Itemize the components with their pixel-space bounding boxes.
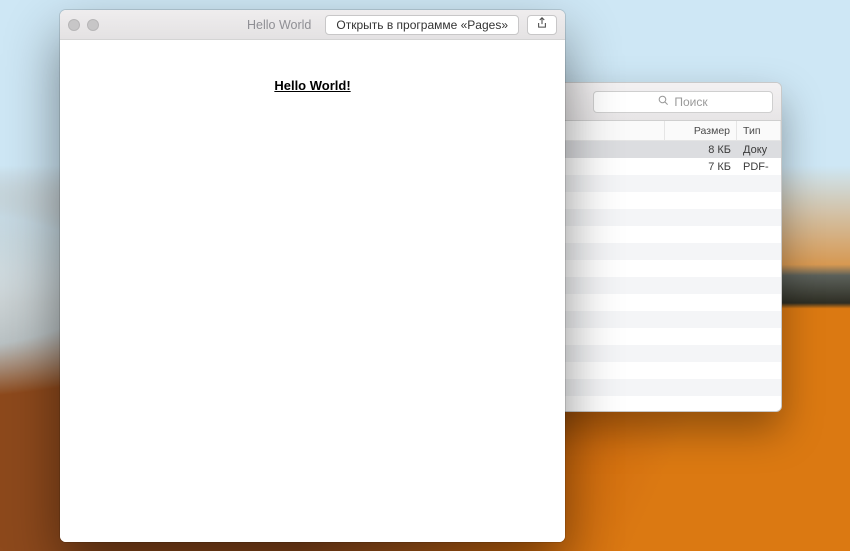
document-preview[interactable]: Hello World!	[60, 40, 565, 542]
zoom-window-button[interactable]	[87, 19, 99, 31]
quicklook-titlebar[interactable]: Hello World Открыть в программе «Pages»	[60, 10, 565, 40]
window-controls	[68, 19, 99, 31]
document-heading: Hello World!	[60, 78, 565, 93]
share-button[interactable]	[527, 15, 557, 35]
share-icon	[536, 16, 548, 34]
search-placeholder: Поиск	[674, 95, 707, 109]
cell-size: 7 КБ	[665, 161, 737, 173]
column-header-type[interactable]: Тип	[737, 121, 781, 140]
close-window-button[interactable]	[68, 19, 80, 31]
cell-size: 8 КБ	[665, 144, 737, 156]
search-input[interactable]: Поиск	[593, 91, 773, 113]
cell-type: Доку	[737, 144, 781, 156]
quicklook-window[interactable]: Hello World Открыть в программе «Pages» …	[60, 10, 565, 542]
column-header-size[interactable]: Размер	[665, 121, 737, 140]
cell-type: PDF-	[737, 161, 781, 173]
open-with-button-label: Открыть в программе «Pages»	[336, 18, 508, 32]
window-title: Hello World	[247, 18, 311, 32]
open-with-button[interactable]: Открыть в программе «Pages»	[325, 15, 519, 35]
search-icon	[658, 95, 669, 109]
